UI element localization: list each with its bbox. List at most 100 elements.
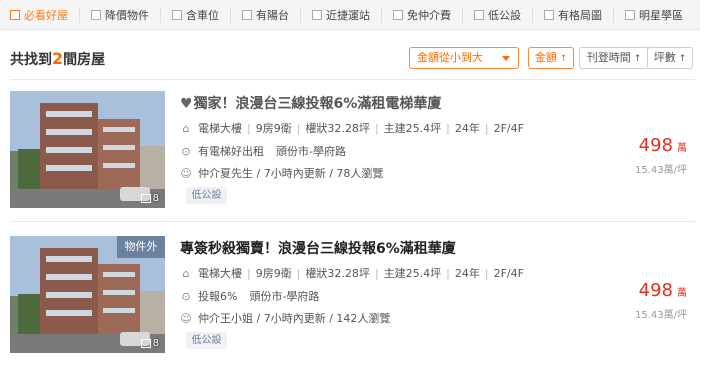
listing-highlight: 投報6% (198, 290, 238, 303)
listing-agent: ☺ 仲介王小姐 / 7小時內更新 / 142人瀏覽 (180, 310, 390, 326)
photo-count-value: 8 (152, 193, 159, 204)
unit-price: 15.43萬/坪 (635, 165, 687, 176)
result-number: 2 (52, 49, 64, 68)
separator: | (296, 266, 301, 280)
listing-card[interactable]: 8 ♥獨家！浪漫台三線投報6%滿租電梯華廈 ⌂ 電梯大樓 | 9房9衛 | 權狀32… (10, 91, 695, 209)
sort-time-button[interactable]: 刊登時間 ↑ (579, 47, 649, 69)
filter-school[interactable]: 明星學區 (613, 6, 683, 23)
listing-title-text: 獨家！浪漫台三線投報6%滿租電梯華廈 (193, 96, 442, 112)
listing-title[interactable]: 專簽秒殺獨賣！浪漫台三線投報6%滿租華廈 (180, 238, 456, 258)
feature-tag: 低公設 (186, 332, 227, 349)
separator: | (247, 121, 251, 135)
separator: | (374, 121, 379, 135)
chevron-down-icon (502, 56, 510, 61)
checkbox-icon (474, 9, 484, 20)
listing-card[interactable]: 物件外 8 專簽秒殺獨賣！浪漫台三線投報6%滿租華廈 ⌂ 電梯大樓 | 9房9衛 |… (10, 236, 695, 354)
separator: | (247, 266, 251, 280)
filter-balcony[interactable]: 有陽台 (230, 6, 289, 23)
result-bar: 共找到2間房屋 金額從小到大 金額 ↑ 刊登時間 ↑ 坪數 ↑ (10, 44, 695, 72)
spec-floor: 2F/4F (493, 266, 524, 280)
filter-must-see[interactable]: 必看好屋 (10, 7, 68, 23)
listing-title[interactable]: ♥獨家！浪漫台三線投報6%滿租電梯華廈 (180, 93, 441, 113)
filter-near-mrt[interactable]: 近捷運站 (300, 6, 370, 23)
spec-floor: 2F/4F (493, 121, 524, 135)
sort-select[interactable]: 金額從小到大 (409, 47, 519, 69)
spec-type: 電梯大樓 (198, 122, 242, 135)
listing-title-text: 專簽秒殺獨賣！浪漫台三線投報6%滿租華廈 (180, 241, 456, 257)
photo-count: 8 (140, 338, 159, 349)
home-icon: ⌂ (182, 266, 190, 280)
spec-layout: 9房9衛 (255, 122, 292, 135)
listing-photo[interactable]: 8 (10, 91, 165, 208)
photo-count-value: 8 (152, 338, 159, 349)
listing-specs: ⌂ 電梯大樓 | 9房9衛 | 權狀32.28坪 | 主建25.4坪 | 24年 | 2F… (180, 120, 524, 136)
filter-label: 有格局圖 (558, 8, 602, 22)
photo-count: 8 (140, 193, 159, 204)
checkbox-icon (393, 9, 403, 20)
result-prefix: 共找到 (10, 52, 52, 68)
checkbox-icon (172, 9, 182, 20)
unit-price: 15.43萬/坪 (635, 310, 687, 321)
listing-location: ⊙ 投報6% 頭份市-學府路 (180, 288, 319, 304)
spec-main-area: 主建25.4坪 (383, 122, 442, 135)
price-value: 498 (638, 280, 673, 301)
listing-address: 頭份市-學府路 (249, 290, 320, 303)
filter-label: 免仲介費 (407, 8, 451, 22)
feature-tag: 低公設 (186, 187, 227, 204)
sort-area-button[interactable]: 坪數 ↑ (647, 47, 693, 69)
sort-select-value: 金額從小到大 (417, 51, 483, 64)
listing-location: ⊙ 有電梯好出租 頭份市-學府路 (180, 143, 346, 159)
listing-address: 頭份市-學府路 (276, 145, 346, 158)
filter-parking[interactable]: 含車位 (160, 6, 219, 23)
spec-age: 24年 (454, 122, 480, 135)
out-of-area-badge: 物件外 (117, 236, 165, 258)
filter-label: 必看好屋 (24, 8, 68, 22)
person-icon: ☺ (180, 166, 192, 180)
filter-label: 低公設 (488, 8, 521, 22)
photo-icon (140, 339, 151, 348)
building-photo (10, 91, 165, 208)
filter-low-public[interactable]: 低公設 (462, 6, 521, 23)
checkbox-icon (312, 9, 322, 20)
spec-type: 電梯大樓 (198, 267, 242, 280)
price-unit: 萬 (677, 288, 687, 299)
listing-agent: ☺ 仲介夏先生 / 7小時內更新 / 78人瀏覽 (180, 165, 383, 181)
separator: | (484, 266, 489, 280)
filter-price-drop[interactable]: 降價物件 (79, 6, 149, 23)
filter-label: 降價物件 (105, 8, 149, 22)
filter-label: 有陽台 (256, 8, 289, 22)
filter-label: 含車位 (186, 8, 219, 22)
sort-button-label: 金額 (534, 51, 557, 64)
spec-ownership-area: 權狀32.28坪 (305, 122, 370, 135)
price-value: 498 (638, 135, 673, 156)
filter-label: 明星學區 (639, 8, 683, 22)
separator: | (484, 121, 489, 135)
spec-layout: 9房9衛 (255, 267, 292, 280)
photo-icon (140, 194, 151, 203)
result-count: 共找到2間房屋 (10, 49, 105, 69)
filter-label: 近捷運站 (326, 8, 370, 22)
price-unit: 萬 (677, 143, 687, 154)
separator: | (446, 121, 450, 135)
listing-photo[interactable]: 物件外 8 (10, 236, 165, 353)
arrow-up-icon: ↑ (633, 54, 642, 64)
filter-bar: 必看好屋 降價物件 含車位 有陽台 近捷運站 免仲介費 低公設 有格局圖 明星學… (0, 0, 700, 30)
filter-floorplan[interactable]: 有格局圖 (532, 6, 602, 23)
separator: | (296, 121, 301, 135)
checkbox-icon (10, 9, 20, 20)
location-pin-icon: ⊙ (181, 144, 191, 158)
checkbox-icon (91, 9, 101, 20)
divider (10, 221, 695, 222)
separator: | (446, 266, 450, 280)
listing-specs: ⌂ 電梯大樓 | 9房9衛 | 權狀32.28坪 | 主建25.4坪 | 24年 | 2F… (180, 265, 524, 281)
listing-highlight: 有電梯好出租 (198, 145, 264, 158)
listing-price: 498 萬 (607, 135, 687, 156)
checkbox-icon (242, 9, 252, 20)
arrow-up-icon: ↑ (559, 54, 568, 64)
spec-main-area: 主建25.4坪 (383, 267, 442, 280)
filter-no-agent-fee[interactable]: 免仲介費 (381, 6, 451, 23)
sort-price-button[interactable]: 金額 ↑ (528, 47, 574, 69)
heart-icon[interactable]: ♥ (180, 96, 193, 112)
spec-age: 24年 (454, 267, 480, 280)
checkbox-icon (625, 9, 635, 20)
